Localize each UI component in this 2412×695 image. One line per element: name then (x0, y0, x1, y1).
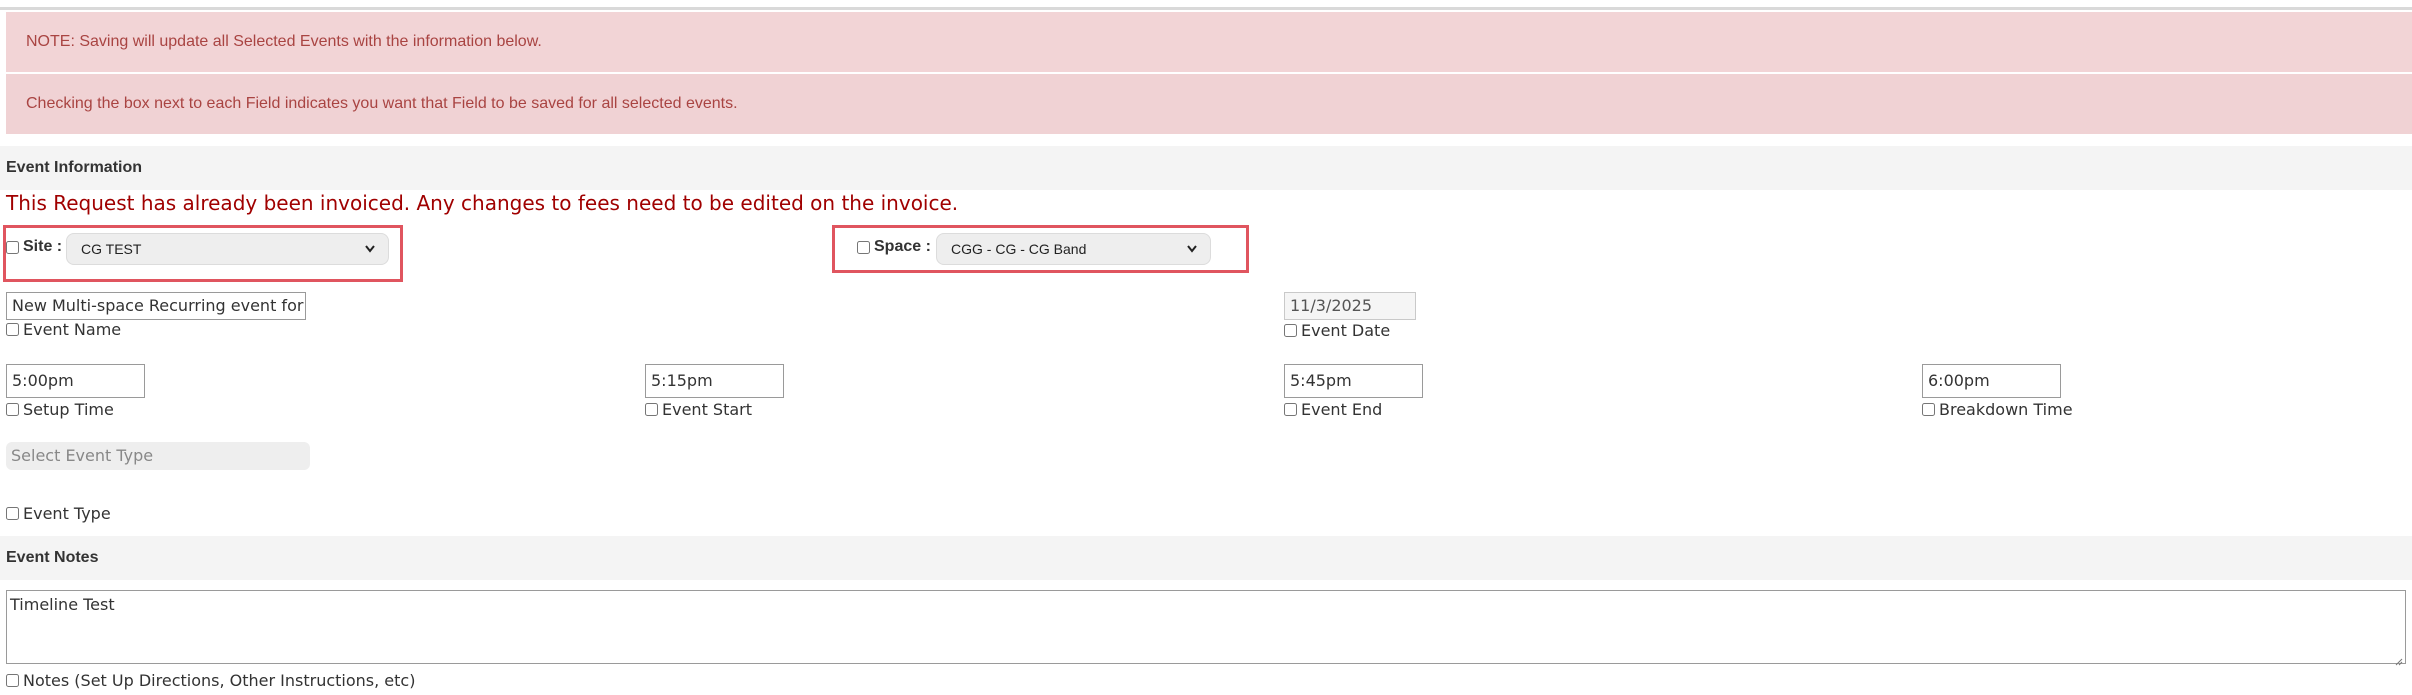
event-type-checkbox-row: Event Type (6, 504, 111, 523)
event-notes-textarea[interactable]: Timeline Test (6, 590, 2406, 666)
event-date-input[interactable]: 11/3/2025 (1284, 292, 1416, 320)
notes-checkbox-row: Notes (Set Up Directions, Other Instruct… (6, 671, 415, 690)
checkbox-info-alert: Checking the box next to each Field indi… (6, 74, 2412, 134)
event-end-checkbox-row: Event End (1284, 400, 1382, 419)
event-start-checkbox-row: Event Start (645, 400, 752, 419)
space-field: Space : (857, 238, 931, 256)
event-end-checkbox[interactable] (1284, 403, 1297, 416)
space-select-value: CGG - CG - CG Band (951, 241, 1087, 257)
event-type-select[interactable]: Select Event Type (6, 442, 310, 470)
event-information-header: Event Information (0, 146, 2412, 190)
site-field: Site : (6, 238, 62, 256)
space-select[interactable]: CGG - CG - CG Band (936, 233, 1211, 265)
event-information-title: Event Information (6, 159, 143, 176)
site-select[interactable]: CG TEST (66, 233, 389, 265)
setup-time-input[interactable]: 5:00pm (6, 364, 145, 398)
event-start-label: Event Start (662, 400, 753, 419)
resize-grip-icon[interactable] (2393, 651, 2403, 666)
event-start-input[interactable]: 5:15pm (645, 364, 784, 398)
event-name-checkbox[interactable] (6, 323, 19, 336)
space-label: Space : (874, 238, 931, 255)
event-type-placeholder: Select Event Type (11, 446, 154, 465)
chevron-down-icon (364, 234, 376, 275)
checkbox-info-text: Checking the box next to each Field indi… (26, 95, 738, 112)
event-notes-title: Event Notes (6, 549, 99, 566)
top-divider (0, 7, 2412, 10)
breakdown-time-input[interactable]: 6:00pm (1922, 364, 2061, 398)
event-name-checkbox-row: Event Name (6, 320, 121, 339)
save-note-alert: NOTE: Saving will update all Selected Ev… (6, 12, 2412, 72)
site-label: Site : (23, 238, 63, 255)
notes-checkbox[interactable] (6, 674, 19, 687)
save-note-text: NOTE: Saving will update all Selected Ev… (26, 33, 542, 50)
notes-label: Notes (Set Up Directions, Other Instruct… (23, 671, 416, 690)
breakdown-time-checkbox-row: Breakdown Time (1922, 400, 2073, 419)
event-notes-value: Timeline Test (10, 595, 115, 614)
breakdown-time-label: Breakdown Time (1939, 400, 2073, 419)
setup-time-label: Setup Time (23, 400, 114, 419)
event-notes-header: Event Notes (0, 536, 2412, 580)
event-type-checkbox[interactable] (6, 507, 19, 520)
setup-time-checkbox-row: Setup Time (6, 400, 114, 419)
event-date-label: Event Date (1301, 321, 1391, 340)
event-end-input[interactable]: 5:45pm (1284, 364, 1423, 398)
event-date-checkbox[interactable] (1284, 324, 1297, 337)
site-select-value: CG TEST (81, 241, 142, 257)
chevron-down-icon (1186, 234, 1198, 275)
site-checkbox[interactable] (6, 240, 19, 254)
event-date-checkbox-row: Event Date (1284, 321, 1390, 340)
event-end-label: Event End (1301, 400, 1383, 419)
breakdown-time-checkbox[interactable] (1922, 403, 1935, 416)
space-checkbox[interactable] (857, 240, 870, 254)
event-name-label: Event Name (23, 320, 122, 339)
event-start-checkbox[interactable] (645, 403, 658, 416)
setup-time-checkbox[interactable] (6, 403, 19, 416)
event-name-input[interactable]: New Multi-space Recurring event for ti (6, 292, 306, 320)
event-type-label: Event Type (23, 504, 111, 523)
invoice-warning: This Request has already been invoiced. … (6, 191, 959, 215)
